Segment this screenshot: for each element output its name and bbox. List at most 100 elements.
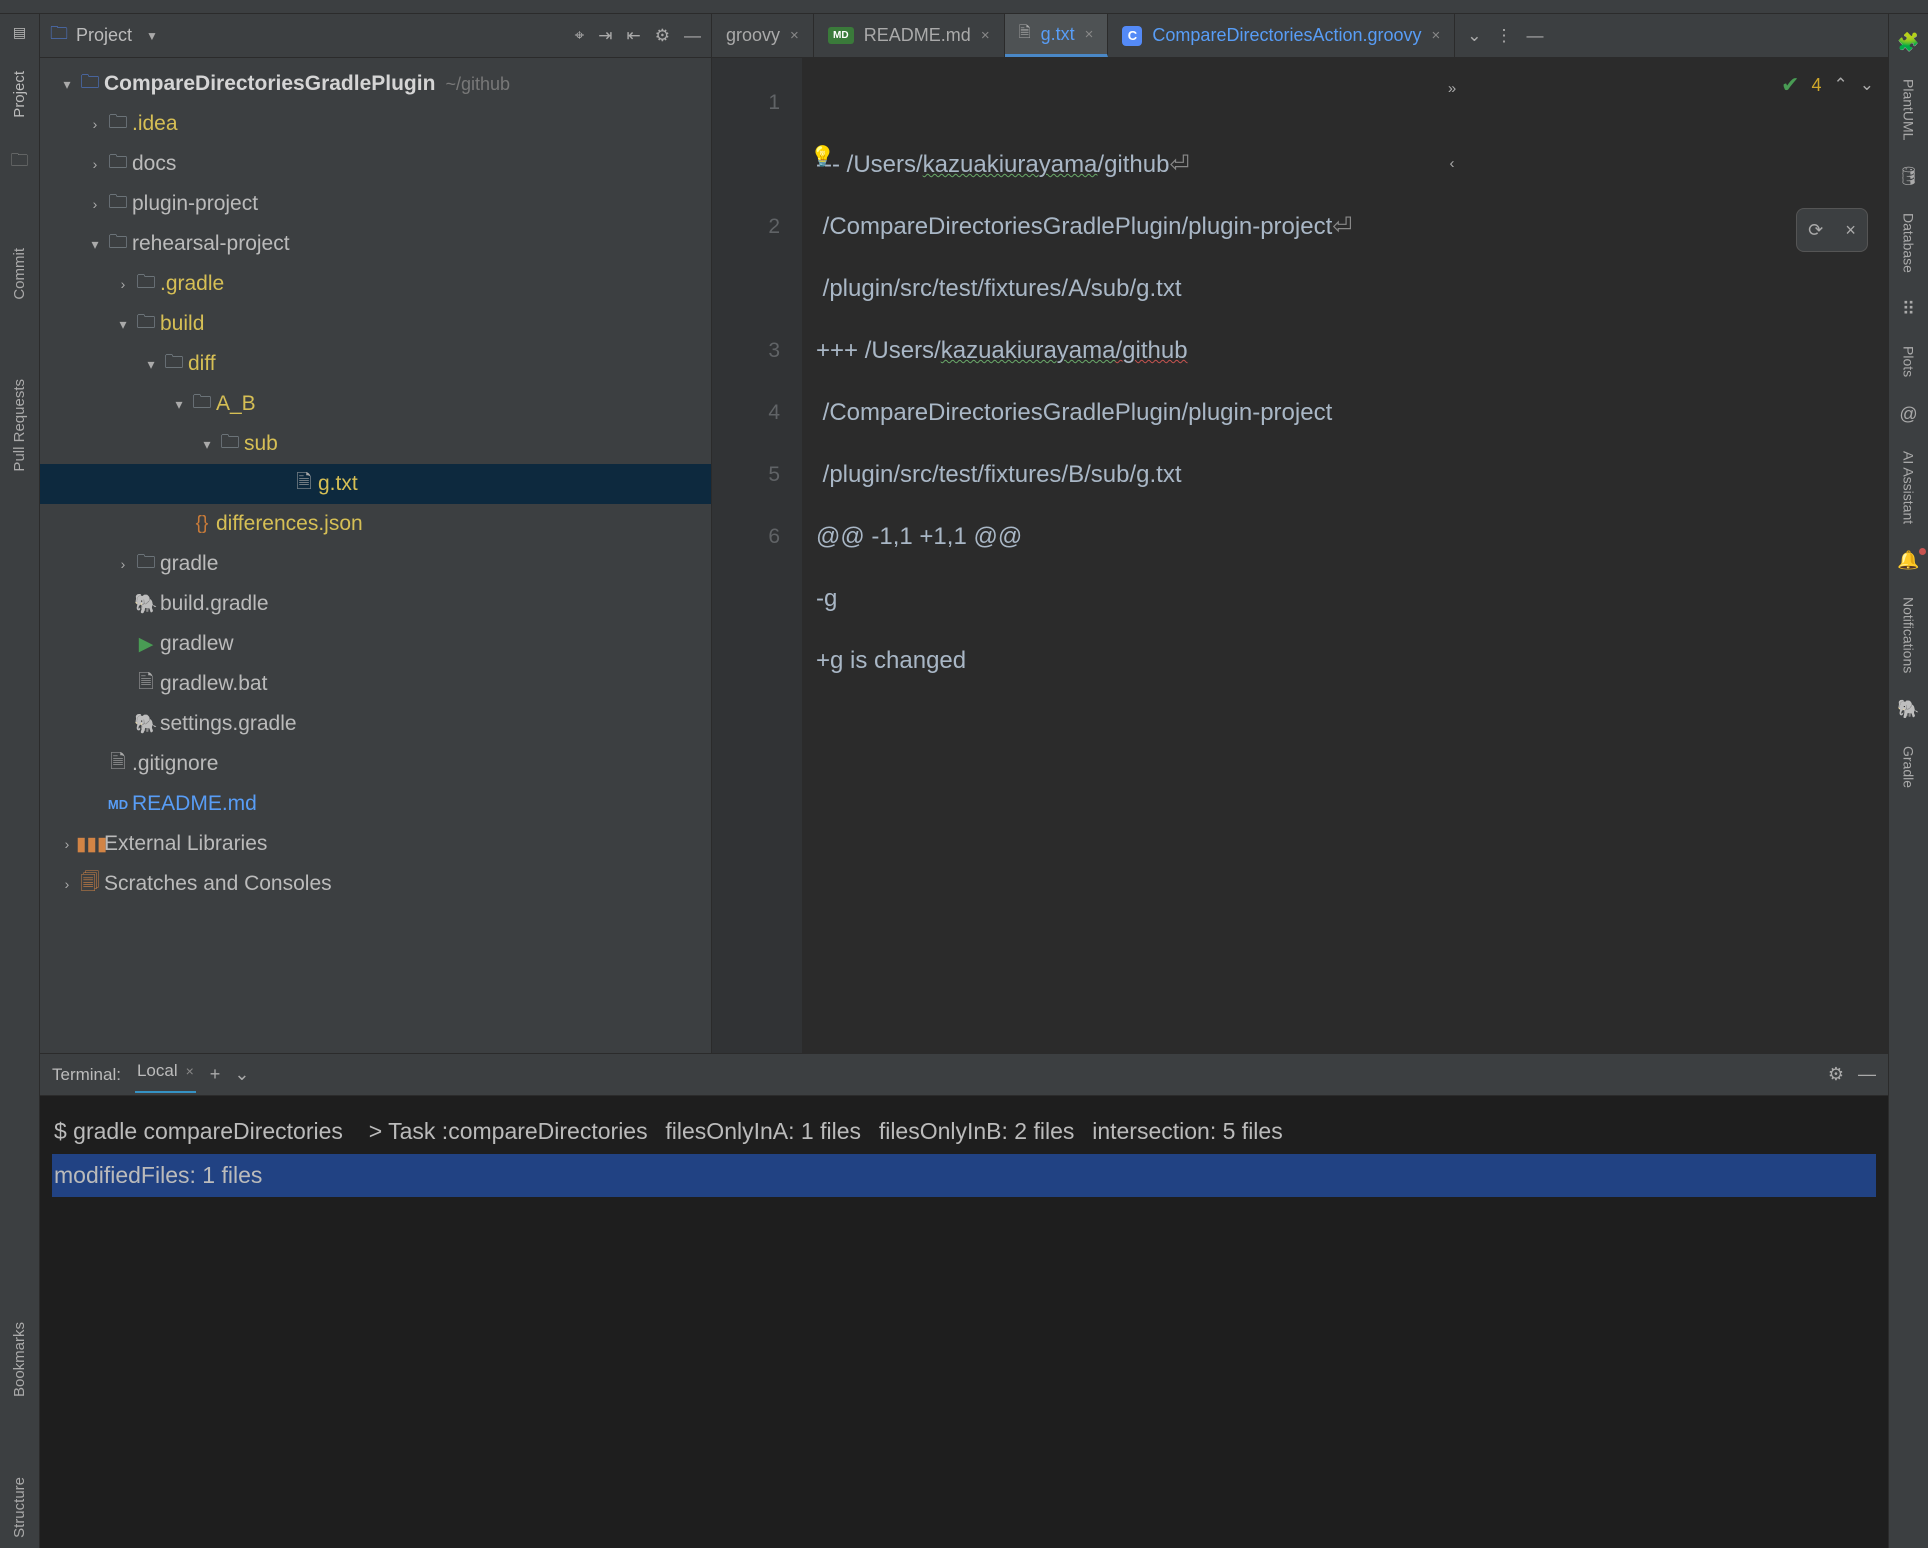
code-text: kazuakiurayama bbox=[923, 151, 1098, 178]
gear-icon[interactable]: ⚙ bbox=[1828, 1064, 1844, 1085]
breadcrumb-bar bbox=[0, 0, 1928, 14]
left-tool-commit[interactable]: Commit bbox=[9, 238, 30, 310]
project-folder-icon: 🗀 bbox=[50, 21, 68, 51]
editor-content[interactable]: 💡--- /Users/kazuakiurayama/github⏎ /Comp… bbox=[802, 58, 1888, 1053]
locate-icon[interactable]: ⌖ bbox=[575, 26, 585, 46]
terminal-tab-local[interactable]: Local× bbox=[135, 1057, 196, 1093]
project-pane-header: 🗀 Project ▼ ⌖ ⇥ ⇤ ⚙ — bbox=[40, 14, 711, 58]
plots-icon[interactable]: ⠿ bbox=[1902, 299, 1915, 320]
minimize-icon[interactable]: — bbox=[1527, 26, 1544, 46]
terminal-title: Terminal: bbox=[52, 1065, 121, 1085]
project-view-label: Project bbox=[76, 25, 132, 46]
tree-external-libraries[interactable]: ›▮▮▮External Libraries bbox=[40, 824, 711, 864]
tree-docs-dir[interactable]: ›🗀docs bbox=[40, 144, 711, 184]
tree-build-gradle[interactable]: 🐘build.gradle bbox=[40, 584, 711, 624]
right-tool-database[interactable]: Database bbox=[1899, 205, 1919, 281]
code-text: /CompareDirectoriesGradlePlugin/plugin-p… bbox=[816, 399, 1332, 426]
tree-plugin-project-dir[interactable]: ›🗀plugin-project bbox=[40, 184, 711, 224]
tree-gradlew[interactable]: ▶gradlew bbox=[40, 624, 711, 664]
intention-bulb-icon[interactable]: 💡 bbox=[810, 126, 835, 188]
chevron-down-icon[interactable]: ⌄ bbox=[1860, 75, 1874, 95]
new-session-icon[interactable]: + bbox=[210, 1064, 221, 1085]
code-text: kazuakiurayama bbox=[941, 337, 1116, 364]
right-tool-notifications[interactable]: Notifications bbox=[1899, 589, 1919, 681]
code-text: +g is changed bbox=[816, 647, 966, 674]
gear-icon[interactable]: ⚙ bbox=[655, 26, 670, 46]
tree-differences-json[interactable]: {}differences.json bbox=[40, 504, 711, 544]
right-tool-gradle[interactable]: Gradle bbox=[1899, 738, 1919, 796]
chevron-down-icon: ▼ bbox=[146, 29, 158, 43]
code-text: @@ -1,1 +1,1 @@ bbox=[816, 523, 1022, 550]
project-structure-icon[interactable]: ▤ bbox=[13, 24, 26, 41]
hide-icon[interactable]: — bbox=[684, 26, 701, 46]
right-tool-ai-assistant[interactable]: AI Assistant bbox=[1899, 443, 1919, 532]
tab-readme[interactable]: MDREADME.md× bbox=[814, 14, 1005, 57]
code-text: /github bbox=[1097, 151, 1169, 178]
chevron-up-icon[interactable]: ⌃ bbox=[1834, 75, 1848, 95]
tree-gradle-dir[interactable]: ›🗀gradle bbox=[40, 544, 711, 584]
database-icon[interactable]: 🛢 bbox=[1897, 166, 1920, 187]
close-icon[interactable]: × bbox=[186, 1063, 194, 1079]
left-tool-pull-requests[interactable]: Pull Requests bbox=[9, 369, 30, 482]
tree-idea-dir[interactable]: ›🗀.idea bbox=[40, 104, 711, 144]
tree-root-module[interactable]: ▾ 🗀 CompareDirectoriesGradlePlugin ~/git… bbox=[40, 64, 711, 104]
hide-icon[interactable]: — bbox=[1858, 1064, 1876, 1085]
tree-build-dir[interactable]: ▾🗀build bbox=[40, 304, 711, 344]
tree-rehearsal-project-dir[interactable]: ▾🗀rehearsal-project bbox=[40, 224, 711, 264]
right-tool-strip: 🧩 PlantUML 🛢 Database ⠿ Plots @ AI Assis… bbox=[1888, 14, 1928, 1548]
code-text: /plugin/src/test/fixtures/B/sub/g.txt bbox=[816, 461, 1181, 488]
expand-all-icon[interactable]: ⇥ bbox=[598, 26, 612, 46]
gradle-icon[interactable]: 🐘 bbox=[1897, 699, 1919, 720]
tab-g-txt[interactable]: 🗎g.txt× bbox=[1005, 14, 1109, 57]
terminal-output[interactable]: $ gradle compareDirectories > Task :comp… bbox=[40, 1096, 1888, 1548]
code-text: +++ /Users/ bbox=[816, 337, 941, 364]
tree-g-txt[interactable]: 🗎g.txt bbox=[40, 464, 711, 504]
check-icon: ✔ bbox=[1781, 72, 1799, 98]
code-text: /github bbox=[1115, 337, 1187, 364]
left-tool-structure[interactable]: Structure bbox=[9, 1467, 30, 1548]
code-text: -g bbox=[816, 585, 837, 612]
left-tool-strip: ▤ Project 🗀 Commit Pull Requests Bookmar… bbox=[0, 14, 40, 1548]
tree-gradle-hidden-dir[interactable]: ›🗀.gradle bbox=[40, 264, 711, 304]
ai-icon[interactable]: @ bbox=[1899, 404, 1917, 425]
editor-pane: groovy× MDREADME.md× 🗎g.txt× CCompareDir… bbox=[712, 14, 1888, 1053]
left-tool-bookmarks[interactable]: Bookmarks bbox=[9, 1312, 30, 1407]
tree-gradlew-bat[interactable]: 🗎gradlew.bat bbox=[40, 664, 711, 704]
tree-sub-dir[interactable]: ▾🗀sub bbox=[40, 424, 711, 464]
close-icon[interactable]: × bbox=[981, 27, 990, 44]
plantuml-icon[interactable]: 🧩 bbox=[1897, 32, 1919, 53]
reader-mode-toggle[interactable]: ⟳ × bbox=[1796, 208, 1868, 252]
tab-compare-action[interactable]: CCompareDirectoriesAction.groovy× bbox=[1108, 14, 1455, 57]
tree-scratches[interactable]: ›🗐Scratches and Consoles bbox=[40, 864, 711, 904]
code-text: /plugin/src/test/fixtures/A/sub/g.txt bbox=[816, 275, 1181, 302]
project-pane: 🗀 Project ▼ ⌖ ⇥ ⇤ ⚙ — ▾ 🗀 bbox=[40, 14, 712, 1053]
tree-gitignore[interactable]: 🗎.gitignore bbox=[40, 744, 711, 784]
close-icon[interactable]: × bbox=[1845, 220, 1856, 241]
close-icon[interactable]: × bbox=[790, 27, 799, 44]
right-tool-plots[interactable]: Plots bbox=[1899, 338, 1919, 385]
tab-list-chevron-icon[interactable]: ⌄ bbox=[1467, 26, 1481, 46]
terminal-pane: Terminal: Local× + ⌄ ⚙ — $ gradle compar… bbox=[40, 1054, 1888, 1548]
module-icon: 🗀 bbox=[76, 68, 104, 100]
bell-icon[interactable]: 🔔 bbox=[1897, 550, 1919, 571]
collapse-all-icon[interactable]: ⇤ bbox=[627, 26, 641, 46]
tree-settings-gradle[interactable]: 🐘settings.gradle bbox=[40, 704, 711, 744]
tree-readme-md[interactable]: MDREADME.md bbox=[40, 784, 711, 824]
refresh-icon: ⟳ bbox=[1808, 220, 1823, 241]
left-tool-project[interactable]: Project bbox=[9, 61, 30, 128]
project-tree: ▾ 🗀 CompareDirectoriesGradlePlugin ~/git… bbox=[40, 58, 711, 1053]
tree-ab-dir[interactable]: ▾🗀A_B bbox=[40, 384, 711, 424]
editor-gutter: 1 2 3 4 5 6 bbox=[712, 58, 802, 1053]
tree-diff-dir[interactable]: ▾🗀diff bbox=[40, 344, 711, 384]
chevron-down-icon[interactable]: ▾ bbox=[58, 76, 76, 93]
more-icon[interactable]: ⋮ bbox=[1496, 26, 1513, 46]
right-tool-plantuml[interactable]: PlantUML bbox=[1899, 71, 1919, 148]
project-view-selector[interactable]: 🗀 Project ▼ bbox=[50, 21, 563, 51]
close-icon[interactable]: × bbox=[1085, 26, 1094, 43]
close-icon[interactable]: × bbox=[1432, 27, 1441, 44]
inspection-widget[interactable]: ✔ 4 ⌃ ⌄ bbox=[1781, 72, 1874, 98]
code-text: /CompareDirectoriesGradlePlugin/plugin-p… bbox=[816, 213, 1332, 240]
chevron-down-icon[interactable]: ⌄ bbox=[234, 1064, 249, 1085]
tab-groovy[interactable]: groovy× bbox=[712, 14, 814, 57]
terminal-header: Terminal: Local× + ⌄ ⚙ — bbox=[40, 1054, 1888, 1096]
